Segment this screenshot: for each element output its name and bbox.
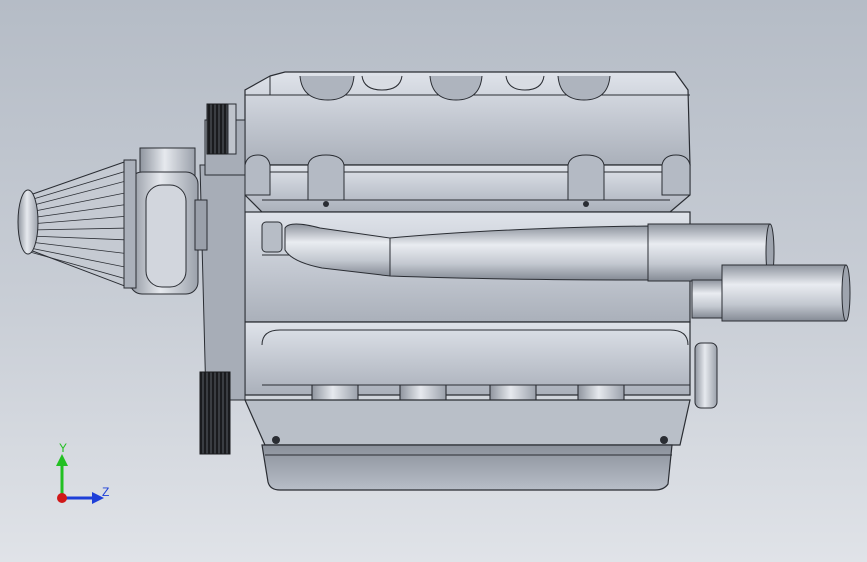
side-stub-pipe	[694, 342, 718, 409]
pump-housing	[129, 147, 208, 295]
engine-model[interactable]	[0, 0, 867, 562]
upper-pulley	[206, 103, 237, 155]
axis-y-label: Y	[59, 441, 68, 455]
timing-cover	[199, 119, 246, 401]
axis-z-label: Z	[102, 485, 110, 499]
lower-block	[244, 321, 691, 396]
graphics-viewport[interactable]: Y Z	[0, 0, 867, 562]
reference-triad: Y Z	[40, 440, 130, 520]
lower-pulley	[199, 371, 231, 455]
triad-axes-icon	[56, 454, 104, 504]
oil-pan	[244, 399, 691, 491]
air-filter	[17, 159, 137, 289]
valve-cover	[244, 71, 691, 166]
